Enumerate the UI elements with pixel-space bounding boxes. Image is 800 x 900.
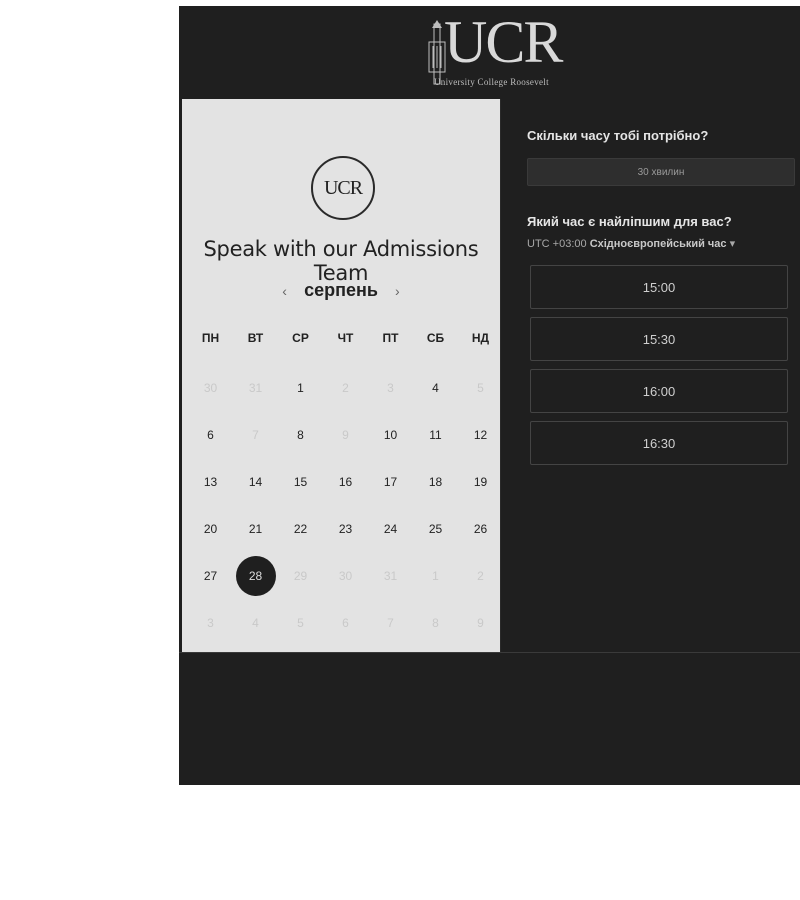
calendar-day: 1 — [432, 568, 439, 583]
calendar-day[interactable]: 24 — [368, 505, 413, 552]
selected-day-number: 28 — [235, 555, 276, 596]
calendar-day: 9 — [477, 615, 484, 630]
calendar-day: 6 — [342, 615, 349, 630]
logo-text: UCR — [444, 9, 563, 75]
calendar-day[interactable]: 15 — [278, 458, 323, 505]
chevron-right-icon[interactable]: › — [388, 283, 406, 299]
calendar-day[interactable]: 12 — [458, 411, 503, 458]
calendar-day[interactable]: 10 — [368, 411, 413, 458]
time-slot-button[interactable]: 16:00 — [530, 369, 788, 413]
time-slot-button[interactable]: 16:30 — [530, 421, 788, 465]
weekday-header: ПН ВТ СР ЧТ ПТ СБ НД — [188, 331, 494, 345]
calendar-day[interactable]: 14 — [233, 458, 278, 505]
calendar-grid: 30 31 1 2 3 4 5 6 7 8 9 10 11 12 13 14 15 16 17 18 19 20 21 22 2… — [188, 364, 494, 646]
calendar-day[interactable]: 8 — [278, 411, 323, 458]
calendar-day[interactable]: 25 — [413, 505, 458, 552]
caret-down-icon: ▾ — [729, 238, 736, 250]
weekday-label: ЧТ — [337, 331, 354, 345]
weekday-label: ПТ — [382, 331, 399, 345]
month-navigation: ‹ серпень › — [182, 280, 500, 301]
time-slot-button[interactable]: 15:00 — [530, 265, 788, 309]
calendar-day[interactable]: 22 — [278, 505, 323, 552]
calendar-day: 29 — [293, 568, 308, 583]
divider — [179, 652, 800, 653]
weekday-label: НД — [471, 331, 490, 345]
calendar-day[interactable]: 18 — [413, 458, 458, 505]
calendar-day[interactable]: 17 — [368, 458, 413, 505]
calendar-day: 3 — [387, 380, 394, 395]
calendar-day[interactable]: 1 — [278, 364, 323, 411]
duration-question: Скільки часу тобі потрібно? — [527, 128, 709, 143]
ucr-logo: UCR University College Roosevelt — [426, 12, 576, 88]
calendar-day[interactable]: 19 — [458, 458, 503, 505]
selected-day[interactable]: 28 — [233, 552, 278, 599]
weekday-label: ВТ — [247, 331, 264, 345]
calendar-day: 5 — [297, 615, 304, 630]
calendar-day: 2 — [342, 380, 349, 395]
calendar-day: 9 — [342, 427, 349, 442]
calendar-day: 31 — [248, 380, 263, 395]
time-slot-button[interactable]: 15:30 — [530, 317, 788, 361]
header: UCR University College Roosevelt — [179, 6, 800, 99]
calendar-day[interactable]: 20 — [188, 505, 233, 552]
calendar-day[interactable]: 6 — [188, 411, 233, 458]
calendar-day: 5 — [477, 380, 484, 395]
calendar-day[interactable]: 13 — [188, 458, 233, 505]
chevron-left-icon[interactable]: ‹ — [276, 283, 294, 299]
calendar-day[interactable]: 27 — [188, 552, 233, 599]
calendar-day: 8 — [432, 615, 439, 630]
logo-subtitle: University College Roosevelt — [434, 77, 549, 87]
weekday-label: СР — [292, 331, 309, 345]
duration-select[interactable]: 30 хвилин — [527, 158, 795, 186]
weekday-label: СБ — [426, 331, 445, 345]
timezone-select[interactable]: UTC +03:00 Східноєвропейський час ▾ — [527, 237, 735, 250]
calendar-day: 3 — [207, 615, 214, 630]
ucr-badge: UCR — [311, 156, 375, 220]
calendar-day[interactable]: 4 — [413, 364, 458, 411]
calendar-day: 7 — [387, 615, 394, 630]
month-label: серпень — [304, 280, 378, 300]
calendar-day: 4 — [252, 615, 259, 630]
time-slot-list: 15:00 15:30 16:00 16:30 — [530, 265, 788, 473]
calendar-day[interactable]: 11 — [413, 411, 458, 458]
weekday-label: ПН — [201, 331, 220, 345]
calendar-day: 30 — [203, 380, 218, 395]
calendar-day[interactable]: 26 — [458, 505, 503, 552]
calendar-day: 30 — [338, 568, 353, 583]
timezone-name: Східноєвропейський час — [589, 238, 727, 250]
scheduler-frame: UCR University College Roosevelt UCR Spe… — [179, 6, 800, 785]
time-selection-panel: Скільки часу тобі потрібно? 30 хвилин Як… — [500, 99, 800, 652]
page-title: Speak with our Admissions Team — [203, 237, 479, 285]
calendar-day: 7 — [252, 427, 259, 442]
calendar-day: 31 — [383, 568, 398, 583]
calendar-day: 2 — [477, 568, 484, 583]
calendar-day[interactable]: 23 — [323, 505, 368, 552]
timezone-offset: UTC +03:00 — [527, 238, 587, 250]
calendar-panel: UCR Speak with our Admissions Team ‹ сер… — [182, 99, 500, 652]
calendar-day[interactable]: 16 — [323, 458, 368, 505]
time-question: Який час є найліпшим для вас? — [527, 214, 732, 229]
calendar-day[interactable]: 21 — [233, 505, 278, 552]
